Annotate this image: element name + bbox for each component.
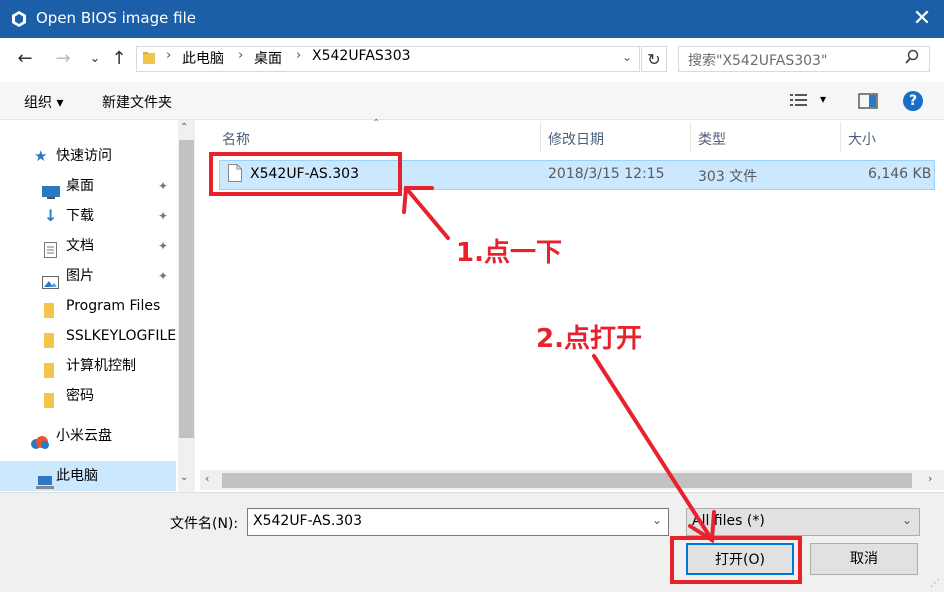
- annotation-arrows: [402, 186, 716, 544]
- annotation-arrow-1: [404, 186, 450, 240]
- annotation-arrow-2: [592, 354, 714, 542]
